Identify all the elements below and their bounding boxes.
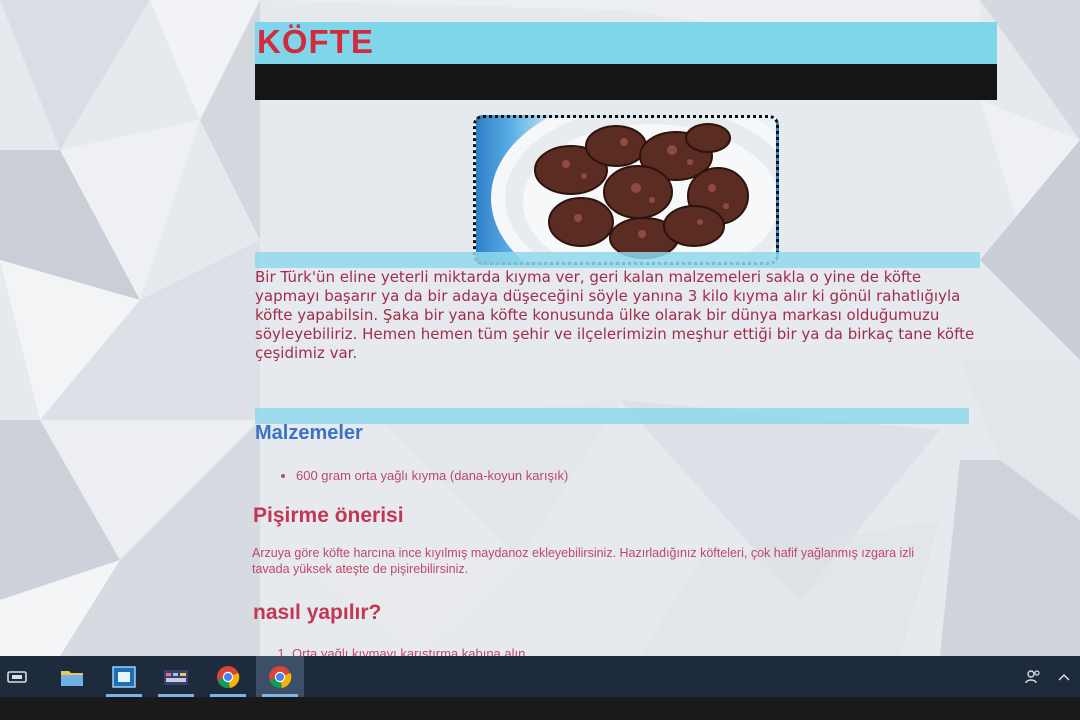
cooking-tip-text: Arzuya göre köfte harcına ince kıyılmış … [252, 546, 915, 576]
ingredient-item: 600 gram orta yağlı kıyma (dana-koyun ka… [296, 468, 568, 483]
windows-taskbar [0, 656, 1080, 697]
intro-top-band [255, 252, 980, 268]
media-app-button[interactable] [152, 656, 200, 697]
intro-paragraph: Bir Türk'ün eline yeterli miktarda kıyma… [255, 268, 975, 362]
ingredients-list: 600 gram orta yağlı kıyma (dana-koyun ka… [280, 468, 568, 483]
chrome-active-button[interactable] [256, 656, 304, 697]
kofte-photo [473, 115, 779, 265]
app-window-icon [112, 665, 136, 688]
chrome-button[interactable] [204, 656, 252, 697]
media-app-icon [164, 669, 188, 685]
chrome-icon [217, 665, 240, 688]
file-explorer-icon [61, 670, 83, 686]
steps-heading: nasıl yapılır? [253, 601, 382, 624]
file-explorer-button[interactable] [48, 656, 96, 697]
task-view-button[interactable] [0, 656, 34, 697]
ingredients-heading: Malzemeler [255, 422, 363, 444]
app-window-button[interactable] [100, 656, 148, 697]
page-title: KÖFTE [257, 23, 374, 60]
people-button[interactable] [1020, 656, 1046, 697]
cooking-tip-heading: Pişirme önerisi [253, 504, 404, 527]
task-view-icon [7, 670, 27, 683]
title-dark-bar [255, 64, 997, 100]
recipe-page: KÖFTE Bir Türk'ün eline yeterli miktarda… [0, 0, 1080, 661]
monitor-bezel [0, 697, 1080, 720]
chrome-icon [269, 665, 292, 688]
show-hidden-icons-button[interactable] [1052, 656, 1076, 697]
people-icon [1025, 669, 1040, 683]
kofte-plate-image [491, 118, 776, 262]
chevron-up-icon [1058, 673, 1070, 681]
